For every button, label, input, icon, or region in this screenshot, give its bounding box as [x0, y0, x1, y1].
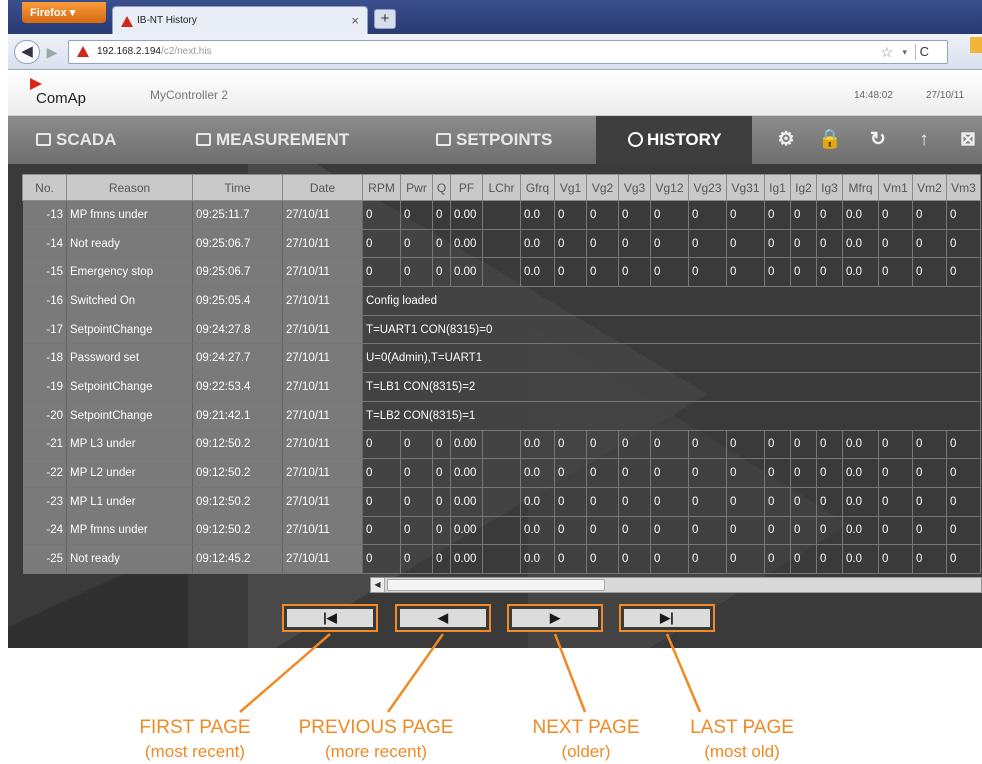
- callout-line-first: [239, 633, 331, 713]
- callout-last-page: LAST PAGE (most old): [672, 716, 812, 764]
- callout-first-page: FIRST PAGE (most recent): [120, 716, 270, 764]
- callout-next-title: NEXT PAGE: [532, 717, 640, 738]
- callout-next-sub: (older): [561, 742, 611, 761]
- callout-first-sub: (most recent): [144, 742, 246, 761]
- callout-next-page: NEXT PAGE (older): [516, 716, 656, 764]
- callout-previous-title: PREVIOUS PAGE: [298, 717, 454, 738]
- callout-last-title: LAST PAGE: [690, 717, 794, 738]
- callout-previous-page: PREVIOUS PAGE (more recent): [286, 716, 466, 764]
- callout-first-title: FIRST PAGE: [139, 717, 251, 738]
- callout-last-sub: (most old): [704, 742, 780, 761]
- callout-previous-sub: (more recent): [324, 742, 428, 761]
- callout-arrows: [239, 633, 702, 713]
- callout-line-last: [665, 633, 702, 713]
- callout-line-next: [553, 633, 587, 713]
- callout-line-previous: [386, 633, 445, 713]
